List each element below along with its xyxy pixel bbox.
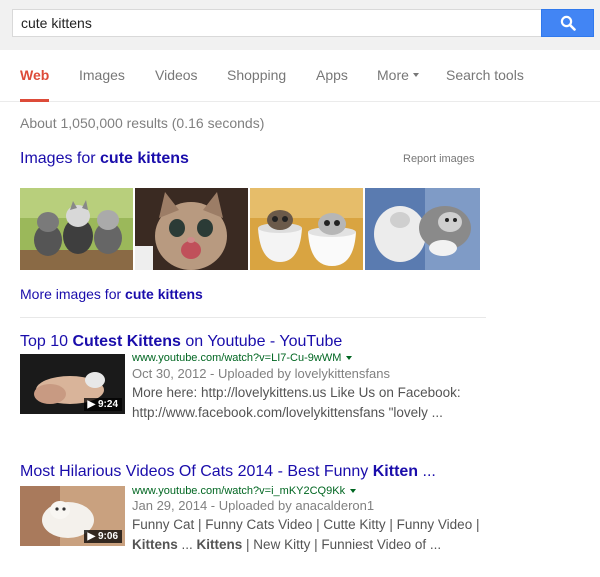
result-url[interactable]: www.youtube.com/watch?v=i_mKY2CQ9Kk (132, 485, 357, 497)
more-images-link[interactable]: More images for cute kittens (20, 286, 203, 302)
result-title-bold[interactable]: Kitten (373, 463, 418, 480)
more-images-prefix[interactable]: More images for (20, 286, 125, 302)
snippet-text: Funny Cat | Funny Cats Video | Cutte Kit… (132, 517, 480, 532)
result-title-text[interactable]: Most Hilarious Videos Of Cats 2014 - Bes… (20, 463, 373, 480)
tab-images[interactable]: Images (79, 67, 125, 102)
images-heading[interactable]: Images for cute kittens (20, 150, 189, 168)
kittens-group-image (20, 188, 133, 270)
more-images-query[interactable]: cute kittens (125, 286, 203, 302)
search-button[interactable] (541, 9, 594, 37)
tab-shopping[interactable]: Shopping (227, 67, 286, 102)
result-meta: Oct 30, 2012 - Uploaded by lovelykittens… (132, 366, 390, 381)
video-thumbnail[interactable]: ▶ 9:06 (20, 486, 125, 546)
divider (20, 317, 486, 318)
kitten-face-image (135, 188, 248, 270)
top-bar: cute kittens (0, 0, 600, 50)
image-thumbnail[interactable] (365, 188, 480, 270)
snippet-bold: Kittens (132, 537, 178, 552)
result-url-text[interactable]: www.youtube.com/watch?v=LI7-Cu-9wWM (132, 352, 341, 364)
snippet-text: | New Kitty | Funniest Video of ... (242, 537, 442, 552)
chevron-down-icon (412, 73, 419, 78)
result-url-text[interactable]: www.youtube.com/watch?v=i_mKY2CQ9Kk (132, 485, 345, 497)
result-title-2[interactable]: Most Hilarious Videos Of Cats 2014 - Bes… (20, 463, 436, 481)
tab-videos[interactable]: Videos (155, 67, 198, 102)
result-title-1[interactable]: Top 10 Cutest Kittens on Youtube - YouTu… (20, 333, 342, 351)
result-title-bold[interactable]: Cutest Kittens (72, 333, 180, 350)
report-images-link[interactable]: Report images (403, 153, 475, 165)
result-stats: About 1,050,000 results (0.16 seconds) (20, 115, 265, 131)
result-title-text[interactable]: on Youtube - YouTube (181, 333, 342, 350)
video-duration: ▶ 9:06 (83, 530, 122, 543)
chevron-down-icon[interactable] (350, 489, 357, 494)
kitten-with-toy-image (365, 188, 480, 270)
image-thumbnail[interactable] (250, 188, 363, 270)
result-url[interactable]: www.youtube.com/watch?v=LI7-Cu-9wWM (132, 352, 353, 364)
chevron-down-icon[interactable] (346, 356, 353, 361)
images-heading-prefix[interactable]: Images for (20, 150, 100, 167)
snippet-bold: Kittens (196, 537, 243, 552)
video-duration: ▶ 9:24 (83, 398, 122, 411)
result-title-text[interactable]: Top 10 (20, 333, 72, 350)
images-heading-query[interactable]: cute kittens (100, 150, 189, 167)
result-title-text[interactable]: ... (418, 463, 436, 480)
search-input[interactable]: cute kittens (12, 9, 542, 37)
search-icon (560, 15, 576, 31)
tab-apps[interactable]: Apps (316, 67, 348, 102)
tab-more-label: More (377, 67, 409, 83)
image-strip (20, 188, 480, 270)
kittens-in-cups-image (250, 188, 363, 270)
tab-more[interactable]: More (377, 67, 419, 102)
result-meta: Jan 29, 2014 - Uploaded by anacalderon1 (132, 498, 375, 513)
tab-search-tools[interactable]: Search tools (446, 67, 524, 102)
video-thumbnail[interactable]: ▶ 9:24 (20, 354, 125, 414)
image-thumbnail[interactable] (20, 188, 133, 270)
search-tabs: Web Images Videos Shopping Apps More Sea… (0, 50, 600, 102)
snippet-text: ... (177, 537, 197, 552)
result-snippet: More here: http://lovelykittens.us Like … (132, 385, 461, 420)
tab-web[interactable]: Web (20, 67, 50, 102)
result-snippet: Funny Cat | Funny Cats Video | Cutte Kit… (132, 515, 492, 555)
image-thumbnail[interactable] (135, 188, 248, 270)
